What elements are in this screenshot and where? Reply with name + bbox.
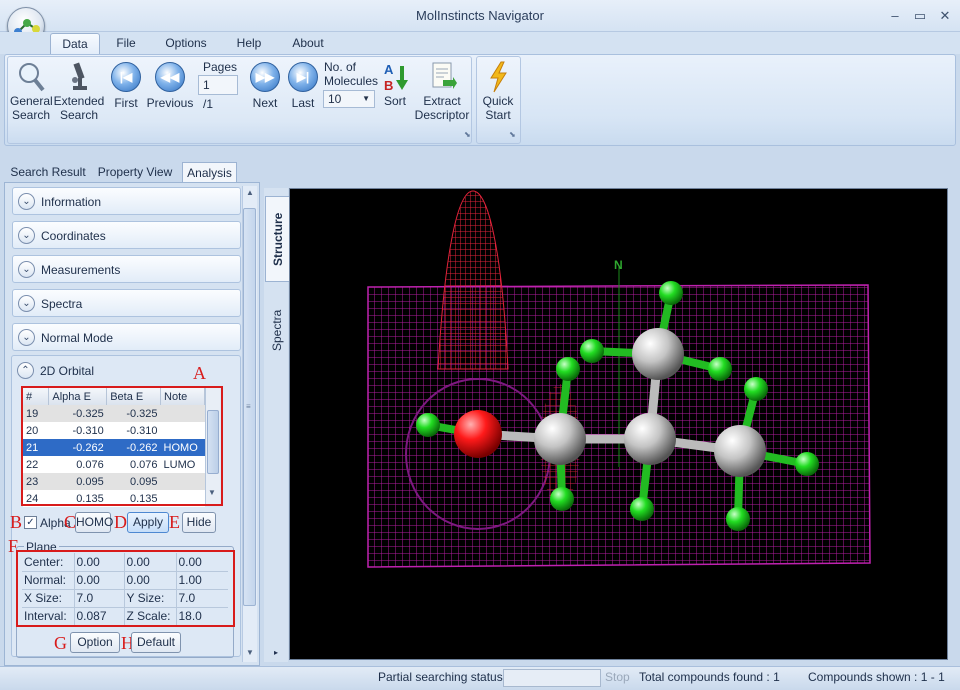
annotation-label-b: B [10,512,23,532]
section-information[interactable]: ⌄ Information [12,187,241,215]
group-launcher-icon[interactable]: ⬊ [509,130,516,139]
group-launcher-icon[interactable]: ⬊ [464,130,471,139]
section-label: Measurements [41,263,121,277]
expand-arrow-icon[interactable]: ▸ [274,648,278,657]
tab-analysis[interactable]: Analysis [182,162,237,183]
tab-about[interactable]: About [282,33,334,54]
apply-button[interactable]: Apply [127,512,169,533]
molecules-select[interactable]: 10 ▼ [323,90,375,108]
quick-start-button[interactable]: Quick Start [479,60,517,124]
option-button[interactable]: Option [70,632,120,653]
microscope-icon [72,62,87,90]
previous-label: Previous [146,96,194,110]
annotation-box-f [16,550,235,627]
tab-spectra[interactable]: Spectra [265,290,289,370]
grip-icon: ≡ [246,402,251,411]
maximize-icon[interactable]: ▭ [909,6,931,26]
magnifier-icon [19,63,45,92]
previous-page-button[interactable]: ◀◀ Previous [146,60,194,110]
window-title: MolInstincts Navigator [416,8,544,23]
sort-button[interactable]: A B Sort [380,60,410,116]
annotation-box-a [21,386,223,506]
annotation-label-g: G [54,633,67,653]
page-number-input[interactable]: 1 [198,75,238,95]
tab-help[interactable]: Help [229,33,269,54]
extract-descriptor-button[interactable]: Extract Descriptor [414,60,470,124]
stop-button[interactable]: Stop [605,670,630,684]
scroll-up-icon[interactable]: ▲ [246,188,254,197]
last-page-button[interactable]: ▶| Last [286,60,320,110]
extended-search-button[interactable]: Extended Search [53,60,105,124]
general-search-button[interactable]: General Search [10,60,53,124]
annotation-label-a: A [193,363,206,383]
section-coordinates[interactable]: ⌄ Coordinates [12,221,241,249]
chevron-down-icon: ⌄ [18,295,35,312]
axis-label-n: N [614,258,623,272]
general-search-label: General Search [10,94,53,122]
section-normal-mode[interactable]: ⌄ Normal Mode [12,323,241,351]
minimize-icon[interactable]: – [884,6,906,26]
total-compounds: Total compounds found : 1 [639,670,780,684]
tab-search-result[interactable]: Search Result [8,162,88,183]
section-spectra[interactable]: ⌄ Spectra [12,289,241,317]
previous-icon: ◀◀ [155,62,185,92]
default-button[interactable]: Default [131,632,181,653]
close-icon[interactable]: ✕ [934,6,956,26]
chevron-down-icon: ⌄ [18,329,35,346]
chevron-down-icon: ▼ [362,94,370,103]
chevron-down-icon: ⌄ [18,227,35,244]
section-label: 2D Orbital [40,364,95,378]
chevron-up-icon: ⌃ [17,362,34,379]
section-2d-orbital[interactable]: ⌃ 2D Orbital [12,357,241,385]
last-icon: ▶| [288,62,318,92]
quick-start-label: Quick Start [482,94,514,122]
extract-descriptor-label: Extract Descriptor [414,94,470,122]
homo-button[interactable]: HOMO [75,512,113,533]
molecules-value: 10 [328,92,342,106]
compounds-shown: Compounds shown : 1 - 1 [808,670,945,684]
hide-button[interactable]: Hide [182,512,216,533]
section-label: Coordinates [41,229,106,243]
annotation-label-e: E [169,512,180,532]
sort-az-icon: A B [384,62,408,93]
section-label: Information [41,195,102,209]
tab-property-view[interactable]: Property View [94,162,176,183]
orbital-3d-render: N [367,190,871,568]
svg-text:B: B [384,78,393,93]
next-page-button[interactable]: ▶▶ Next [247,60,283,110]
section-label: Normal Mode [41,331,114,345]
next-icon: ▶▶ [250,62,280,92]
svg-text:A: A [384,62,394,77]
next-label: Next [252,96,278,110]
section-label: Spectra [41,297,83,311]
first-page-button[interactable]: |◀ First [108,60,144,110]
tab-file[interactable]: File [106,33,146,54]
page-total-label: /1 [203,97,214,111]
lightning-icon [490,61,507,93]
tab-structure[interactable]: Structure [265,196,289,282]
chevron-down-icon: ⌄ [18,193,35,210]
section-measurements[interactable]: ⌄ Measurements [12,255,241,283]
chevron-down-icon: ⌄ [18,261,35,278]
document-extract-icon [432,62,457,89]
scroll-down-icon[interactable]: ▼ [246,648,254,657]
annotation-label-d: D [114,512,127,532]
extended-search-label: Extended Search [53,94,105,122]
molecule-viewer[interactable]: N [289,188,948,660]
first-icon: |◀ [111,62,141,92]
search-progress-bar [503,669,601,687]
partial-status-label: Partial searching status : [378,670,510,684]
tab-data[interactable]: Data [50,33,100,54]
molecules-label: No. of Molecules [324,60,379,88]
last-label: Last [291,96,315,110]
alpha-checkbox[interactable]: ✓ [24,516,37,529]
pages-label: Pages [203,60,238,74]
tab-options[interactable]: Options [158,33,214,54]
sort-label: Sort [383,94,406,108]
first-label: First [114,96,138,110]
